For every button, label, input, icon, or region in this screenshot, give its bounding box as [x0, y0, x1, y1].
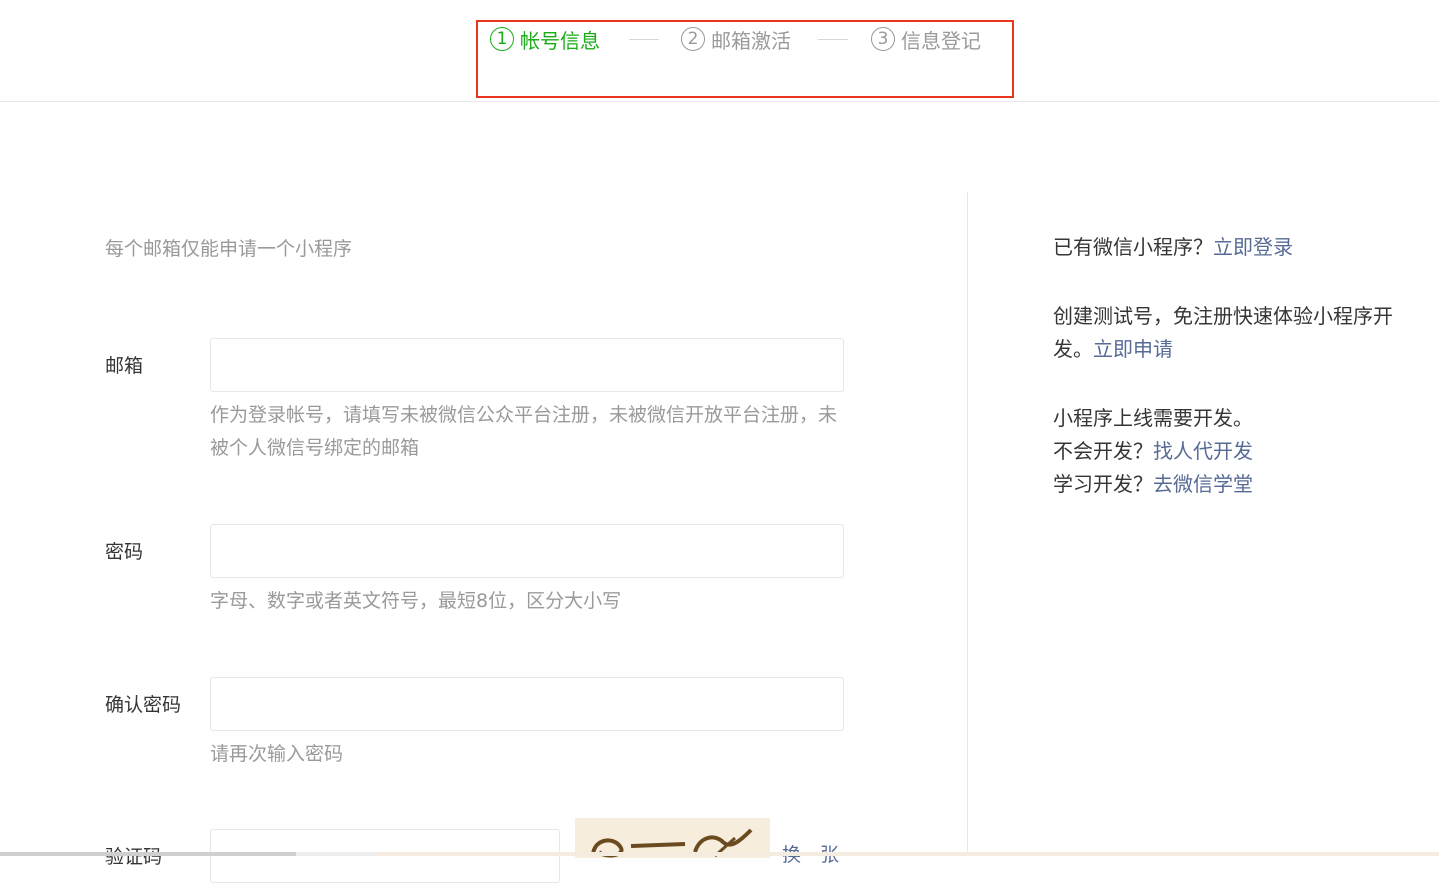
login-link[interactable]: 立即登录 — [1213, 235, 1293, 259]
apply-link[interactable]: 立即申请 — [1093, 337, 1173, 361]
step-number-3: 3 — [871, 27, 895, 51]
learn-dev-line: 学习开发？去微信学堂 — [1053, 468, 1423, 501]
email-hint: 作为登录帐号，请填写未被微信公众平台注册，未被微信开放平台注册，未被个人微信号绑… — [210, 404, 838, 459]
step-account-info: 1 帐号信息 — [490, 25, 600, 53]
scrollbar-thumb[interactable] — [0, 852, 296, 856]
find-dev-line: 不会开发？找人代开发 — [1053, 435, 1423, 468]
step-label-info-registration: 信息登记 — [901, 28, 981, 53]
password-label: 密码 — [105, 541, 144, 563]
content-divider — [967, 192, 968, 856]
step-label-account-info: 帐号信息 — [520, 28, 600, 53]
step-email-activation: 2 邮箱激活 — [681, 25, 791, 53]
form-tips: 每个邮箱仅能申请一个小程序 — [105, 238, 353, 260]
sidebar-test-account-block: 创建测试号，免注册快速体验小程序开发。立即申请 — [1053, 300, 1423, 366]
step-label-email-activation: 邮箱激活 — [711, 28, 791, 53]
no-dev-text: 不会开发？ — [1053, 439, 1153, 463]
step-number-2: 2 — [681, 27, 705, 51]
find-developer-link[interactable]: 找人代开发 — [1153, 439, 1253, 463]
step-number-1: 1 — [490, 27, 514, 51]
password-input[interactable] — [210, 524, 844, 578]
step-connector — [629, 39, 659, 40]
captcha-input[interactable] — [210, 829, 560, 883]
existing-miniprogram-text: 已有微信小程序？ — [1053, 235, 1213, 259]
email-label: 邮箱 — [105, 355, 144, 377]
sidebar-login-block: 已有微信小程序？立即登录 — [1053, 231, 1423, 264]
scrollbar-track-tint — [375, 852, 1439, 856]
sidebar-dev-block: 小程序上线需要开发。 不会开发？找人代开发 学习开发？去微信学堂 — [1053, 402, 1423, 501]
confirm-password-input[interactable] — [210, 677, 844, 731]
wechat-school-link[interactable]: 去微信学堂 — [1153, 472, 1253, 496]
horizontal-scrollbar[interactable] — [0, 852, 1439, 856]
registration-header: 1 帐号信息 2 邮箱激活 3 信息登记 — [0, 0, 1439, 102]
email-input[interactable] — [210, 338, 844, 392]
step-connector — [818, 39, 848, 40]
confirm-password-label: 确认密码 — [105, 694, 182, 716]
learn-dev-text: 学习开发？ — [1053, 472, 1153, 496]
password-hint: 字母、数字或者英文符号，最短8位，区分大小写 — [210, 590, 622, 612]
confirm-password-hint: 请再次输入密码 — [210, 743, 344, 765]
dev-required-text: 小程序上线需要开发。 — [1053, 406, 1253, 430]
step-info-registration: 3 信息登记 — [871, 25, 981, 53]
